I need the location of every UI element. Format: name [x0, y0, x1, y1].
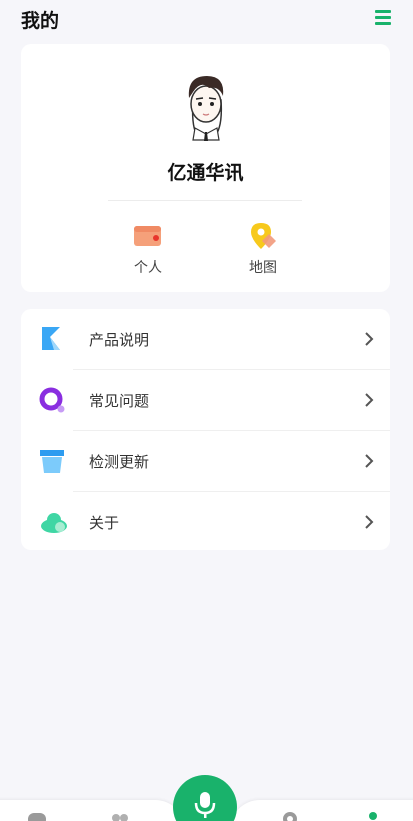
settings-menu: 产品说明 常见问题 检测更新 关于	[21, 309, 390, 550]
microphone-icon	[194, 792, 216, 818]
shortcut-personal[interactable]: 个人	[118, 222, 178, 282]
update-box-icon	[40, 450, 64, 473]
menu-item-check-update[interactable]: 检测更新	[21, 431, 390, 492]
shortcut-label: 个人	[134, 260, 162, 276]
menu-item-label: 检测更新	[89, 453, 150, 471]
wallet-icon	[134, 226, 161, 246]
tabbar-right	[230, 800, 413, 821]
menu-item-product-info[interactable]: 产品说明	[21, 309, 390, 370]
avatar[interactable]	[179, 70, 233, 142]
home-tab-icon[interactable]	[27, 810, 47, 821]
profile-card: 亿通华讯 个人 地图	[21, 44, 390, 292]
question-search-icon	[39, 387, 65, 413]
header: 我的	[0, 0, 413, 40]
divider	[108, 200, 302, 201]
voice-button[interactable]	[173, 775, 237, 821]
username: 亿通华讯	[167, 162, 244, 184]
chevron-right-icon	[365, 515, 374, 529]
hamburger-menu-icon[interactable]	[375, 10, 391, 25]
menu-item-label: 关于	[89, 514, 120, 532]
contacts-tab-icon[interactable]	[110, 810, 130, 821]
cloud-icon	[41, 513, 67, 533]
bookmark-icon	[42, 327, 60, 350]
chevron-right-icon	[365, 393, 374, 407]
menu-item-label: 常见问题	[89, 392, 150, 410]
profile-tab-active-indicator[interactable]	[369, 812, 377, 820]
map-pin-icon	[251, 223, 276, 249]
bottom-tab-bar	[0, 775, 413, 821]
menu-item-about[interactable]: 关于	[21, 492, 390, 550]
menu-item-label: 产品说明	[89, 331, 150, 349]
chevron-right-icon	[365, 332, 374, 346]
page-title: 我的	[21, 10, 60, 32]
location-tab-icon[interactable]	[280, 810, 300, 821]
shortcut-map[interactable]: 地图	[233, 222, 293, 282]
shortcut-label: 地图	[249, 260, 277, 276]
chevron-right-icon	[365, 454, 374, 468]
menu-item-faq[interactable]: 常见问题	[21, 370, 390, 431]
